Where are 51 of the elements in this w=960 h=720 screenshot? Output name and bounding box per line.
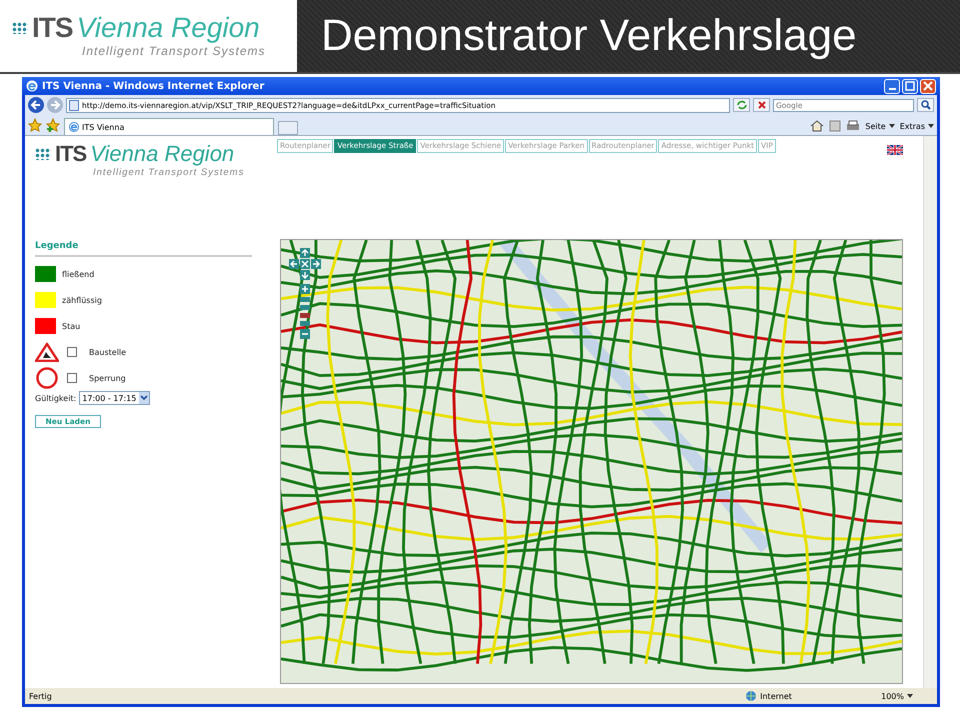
closure-sign-icon	[35, 367, 59, 389]
legend-label: zähflüssig	[62, 296, 102, 304]
browser-tab[interactable]: ITS Vienna	[64, 118, 274, 135]
star-icon[interactable]	[28, 118, 42, 132]
toolbar-menu-button[interactable]: Extras	[900, 122, 934, 130]
its-logo: ITS Vienna Region Intelligent Transport Systems	[35, 139, 277, 239]
refresh-icon	[736, 100, 748, 110]
its-logo: ITS Vienna Region Intelligent Transport Systems	[0, 0, 295, 72]
maximize-button[interactable]	[902, 78, 918, 94]
zoom-button[interactable]: 100%	[881, 692, 913, 700]
close-button[interactable]	[920, 78, 936, 94]
roadworks-sign-icon	[35, 342, 59, 362]
minimize-button[interactable]	[884, 78, 900, 94]
minimize-icon	[888, 88, 896, 90]
vertical-scrollbar[interactable]	[923, 136, 937, 688]
checkbox[interactable]	[67, 347, 77, 357]
browser-logo-icon	[69, 122, 79, 132]
add-favorite-icon[interactable]	[46, 118, 60, 132]
back-button[interactable]	[28, 97, 44, 113]
stop-icon	[756, 100, 766, 110]
caret-icon	[928, 124, 934, 128]
printer-icon[interactable]	[846, 120, 860, 132]
search-icon	[920, 100, 930, 110]
window-title: ITS Vienna - Windows Internet Explorer	[42, 80, 266, 92]
checkbox[interactable]	[67, 373, 77, 383]
maximize-icon	[905, 81, 915, 91]
legend-label: Sperrung	[89, 374, 126, 382]
stop-button[interactable]	[753, 98, 770, 112]
refresh-button[interactable]	[733, 98, 750, 112]
uk-flag-icon[interactable]	[887, 145, 903, 155]
forward-arrow-icon	[49, 99, 61, 111]
back-arrow-icon	[30, 99, 42, 111]
legend-label: fließend	[62, 270, 94, 278]
caret-icon	[888, 124, 895, 128]
time-select[interactable]: 17:00 - 17:15	[79, 391, 150, 405]
toolbar-menu-button[interactable]: Seite	[865, 122, 895, 130]
search-button[interactable]	[917, 98, 934, 112]
page-icon	[69, 100, 79, 110]
validity-label: Gültigkeit:	[35, 394, 76, 402]
home-icon[interactable]	[810, 120, 824, 132]
caret-icon	[907, 694, 913, 698]
status-text: Fertig	[29, 692, 53, 700]
legend-label: Baustelle	[89, 348, 126, 356]
globe-icon	[745, 690, 758, 702]
browser-logo-icon	[26, 80, 38, 92]
slide-title: Demonstrator Verkehrslage	[321, 11, 857, 61]
legend-title: Legende	[35, 239, 252, 257]
close-icon	[923, 81, 933, 91]
caret-icon	[140, 395, 148, 401]
legend-label: Stau	[62, 322, 80, 330]
zone-label: Internet	[760, 692, 792, 700]
